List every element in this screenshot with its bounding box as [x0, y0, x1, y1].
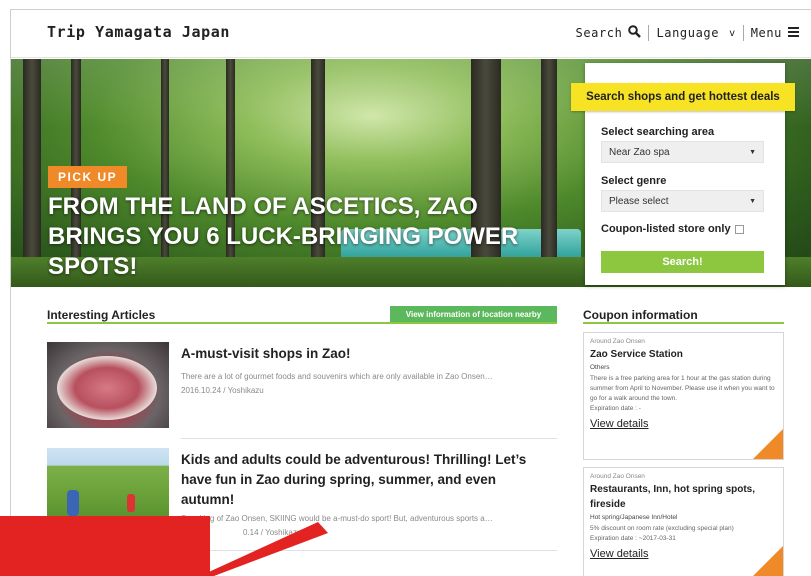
coupon-corner-ribbon — [753, 546, 783, 576]
article-excerpt: Speaking of Zao Onsen, SKIING would be a… — [181, 514, 493, 523]
article-title[interactable]: A-must-visit shops in Zao! — [181, 344, 553, 364]
area-select-label: Select searching area — [601, 126, 715, 138]
article-thumbnail[interactable] — [47, 342, 169, 428]
meat-plate-image — [57, 356, 157, 420]
coupon-card[interactable]: Around Zao Onsen Zao Service Station Oth… — [583, 332, 784, 460]
coupon-divider — [583, 322, 784, 324]
nav-search-label: Search — [575, 26, 623, 40]
article-excerpt: There are a lot of gourmet foods and sou… — [181, 372, 493, 381]
coupon-only-filter: Coupon-listed store only — [601, 223, 744, 235]
search-panel: Search shops and get hottest deals Selec… — [571, 63, 795, 285]
article-divider — [181, 438, 557, 439]
view-details-link[interactable]: View details — [590, 548, 649, 560]
site-header: Trip Yamagata Japan Search Language v Me… — [11, 10, 811, 58]
page-frame: Trip Yamagata Japan Search Language v Me… — [10, 9, 811, 576]
article-meta: 2016.10.24 / Yoshikazu — [181, 386, 264, 395]
genre-select[interactable]: Please select ▼ — [601, 190, 764, 212]
coupon-area: Around Zao Onsen — [590, 473, 645, 480]
coupon-description: 5% discount on room rate (excluding spec… — [590, 525, 734, 532]
coupon-expiration: Expiration date : - — [590, 405, 641, 412]
coupon-card[interactable]: Around Zao Onsen Restaurants, Inn, hot s… — [583, 467, 784, 576]
coupon-corner-ribbon — [753, 429, 783, 459]
nav-language-label: Language — [656, 26, 720, 40]
top-nav: Search Language v Menu — [569, 25, 807, 41]
area-select-value: Near Zao spa — [609, 146, 670, 158]
article-item[interactable]: A-must-visit shops in Zao! There are a l… — [47, 342, 557, 439]
nav-language[interactable]: Language v — [649, 26, 742, 40]
genre-select-value: Please select — [609, 195, 669, 207]
nearby-info-button[interactable]: View information of location nearby — [390, 306, 557, 322]
site-title[interactable]: Trip Yamagata Japan — [47, 23, 230, 41]
chevron-down-icon: v — [729, 27, 736, 39]
article-divider — [181, 550, 557, 551]
coupon-description: There is a free parking area for 1 hour … — [590, 375, 775, 402]
search-button[interactable]: Search! — [601, 251, 764, 273]
chevron-down-icon: ▼ — [749, 148, 756, 156]
articles-section-title: Interesting Articles — [47, 308, 156, 322]
coupon-name[interactable]: Restaurants, Inn, hot spring spots, fire… — [590, 482, 777, 512]
article-meta: 0.14 / Yoshikazu — [243, 528, 302, 537]
article-title[interactable]: Kids and adults could be adventurous! Th… — [181, 450, 553, 510]
search-icon — [628, 25, 642, 41]
articles-divider — [47, 322, 557, 324]
view-details-link[interactable]: View details — [590, 418, 649, 430]
coupon-only-label: Coupon-listed store only — [601, 223, 731, 235]
kid-figure-image — [127, 494, 135, 512]
coupon-expiration: Expiration date : ~2017-03-31 — [590, 535, 676, 542]
hero-title[interactable]: FROM THE LAND OF ASCETICS, ZAO BRINGS YO… — [48, 192, 568, 282]
coupon-genre: Others — [590, 364, 610, 371]
area-select[interactable]: Near Zao spa ▼ — [601, 141, 764, 163]
nav-search[interactable]: Search — [569, 25, 649, 41]
chevron-down-icon: ▼ — [749, 197, 756, 205]
red-overlay-box — [0, 516, 210, 576]
coupon-area: Around Zao Onsen — [590, 338, 645, 345]
coupon-genre: Hot spring/Japanese Inn/Hotel — [590, 514, 678, 521]
coupon-name[interactable]: Zao Service Station — [590, 347, 777, 362]
nav-menu-label: Menu — [750, 26, 782, 40]
coupon-section-title: Coupon information — [583, 308, 698, 322]
coupon-only-checkbox[interactable] — [734, 224, 744, 234]
hero-tree-image — [23, 59, 41, 287]
search-panel-banner: Search shops and get hottest deals — [571, 83, 795, 111]
pickup-badge: PICK UP — [48, 166, 128, 188]
genre-select-label: Select genre — [601, 175, 667, 187]
nav-menu[interactable]: Menu — [744, 26, 806, 40]
kid-figure-image — [67, 490, 79, 516]
hamburger-icon — [788, 26, 799, 40]
